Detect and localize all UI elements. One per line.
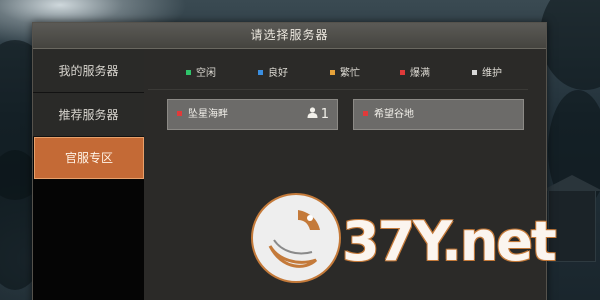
server-card[interactable]: 希望谷地 [353,99,524,130]
background-house [541,175,600,262]
player-count: 1 [307,100,329,129]
sidebar-item-official[interactable]: 官服专区 [34,137,144,179]
legend-item-full: 爆满 [400,65,430,83]
sidebar-item-recommended[interactable]: 推荐服务器 [33,93,144,137]
background-tree [540,0,600,90]
status-square-icon [330,69,335,75]
dialog-title: 请选择服务器 [33,23,546,49]
legend-item-maintenance: 维护 [472,65,502,83]
divider [148,89,528,90]
status-square-icon [363,111,368,116]
status-legend: 空闲 良好 繁忙 爆满 维护 [150,65,520,83]
status-square-icon [258,69,263,75]
server-card[interactable]: 坠星海畔 1 [167,99,338,130]
status-square-icon [186,69,191,75]
user-icon [307,107,318,118]
server-category-sidebar: 我的服务器 推荐服务器 官服专区 [33,49,144,300]
watermark-text: 37Y.net [342,210,557,273]
legend-item-idle: 空闲 [186,65,216,83]
game-screen: 请选择服务器 我的服务器 推荐服务器 官服专区 空闲 良好 繁忙 爆满 维护 坠… [0,0,600,300]
legend-item-good: 良好 [258,65,288,83]
watermark-logo-icon [251,193,341,283]
sidebar-item-my-servers[interactable]: 我的服务器 [33,49,144,93]
status-square-icon [400,69,405,75]
status-square-icon [472,69,477,75]
legend-item-busy: 繁忙 [330,65,360,83]
server-name: 希望谷地 [374,109,414,120]
status-square-icon [177,111,182,116]
server-name: 坠星海畔 [188,109,228,120]
